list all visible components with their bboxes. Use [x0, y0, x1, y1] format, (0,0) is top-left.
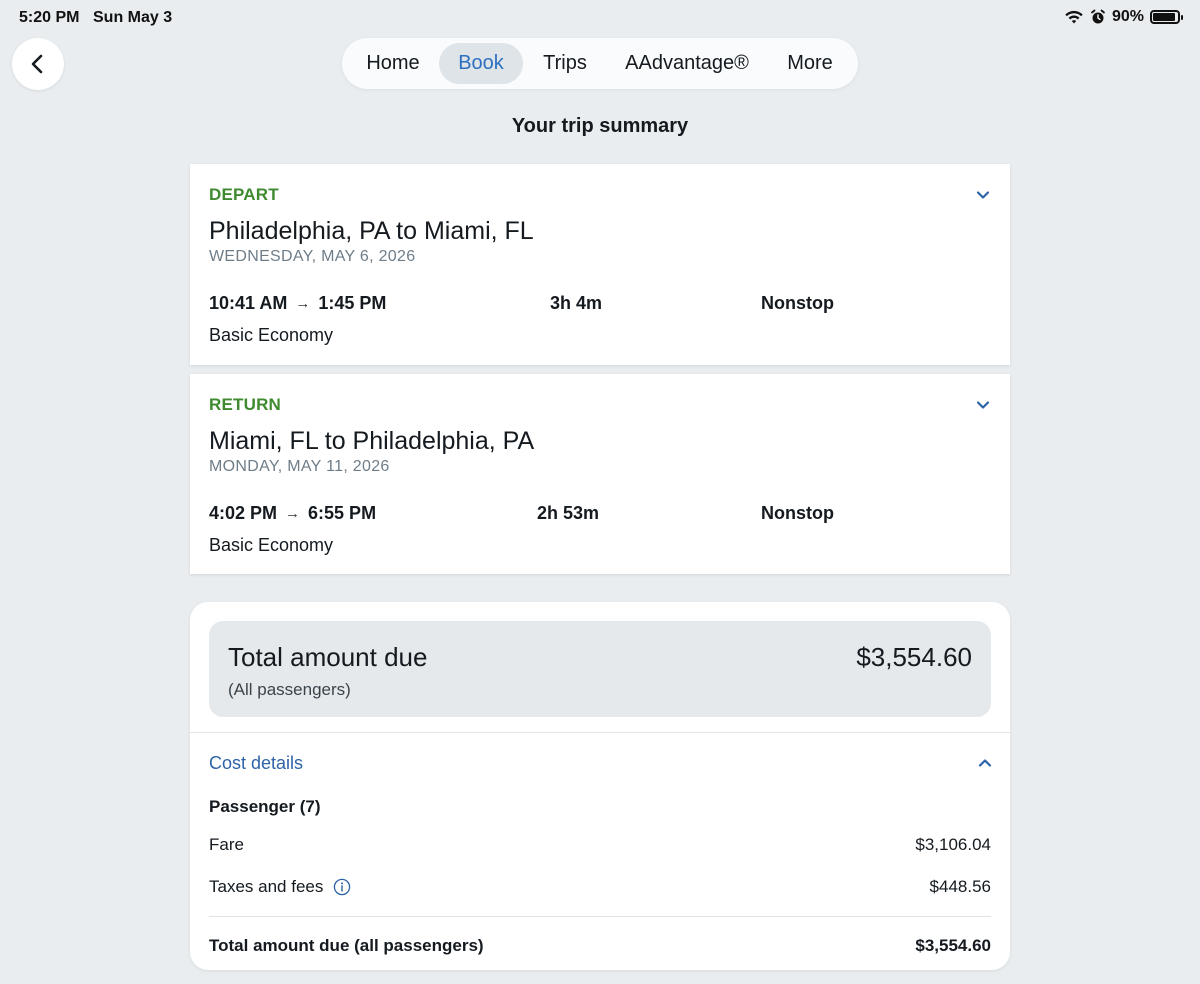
- flight-date: MONDAY, MAY 11, 2026: [209, 458, 390, 475]
- flight-direction-label: DEPART: [209, 185, 279, 204]
- fare-value: $3,106.04: [915, 835, 991, 854]
- nav-more[interactable]: More: [767, 43, 853, 84]
- flight-cabin: Basic Economy: [209, 535, 334, 555]
- status-icons: 90%: [1064, 8, 1183, 26]
- flight-cabin: Basic Economy: [209, 325, 334, 345]
- page-title: Your trip summary: [511, 115, 689, 137]
- depart-time: 4:02 PM: [209, 503, 278, 523]
- flight-date: WEDNESDAY, MAY 6, 2026: [209, 248, 416, 265]
- info-icon[interactable]: [333, 878, 351, 896]
- taxes-label-text: Taxes and fees: [209, 877, 324, 896]
- total-amount: $3,554.60: [856, 642, 972, 672]
- nav-aadvantage[interactable]: AAdvantage®: [607, 43, 767, 84]
- fare-label: Fare: [209, 835, 244, 855]
- wifi-icon: [1065, 10, 1083, 24]
- cost-panel: Total amount due $3,554.60 (All passenge…: [190, 602, 1010, 970]
- arrive-time: 6:55 PM: [308, 503, 377, 523]
- depart-flight-card[interactable]: DEPART Philadelphia, PA to Miami, FL WED…: [190, 164, 1010, 365]
- fare-label-text: Fare: [209, 835, 244, 854]
- flight-stops: Nonstop: [761, 293, 834, 313]
- battery-percent: 90%: [1111, 8, 1144, 25]
- passenger-count: Passenger (7): [209, 797, 321, 816]
- flight-route: Miami, FL to Philadelphia, PA: [209, 427, 535, 455]
- status-time: 5:20 PM: [19, 9, 80, 26]
- flight-duration: 3h 4m: [550, 293, 603, 313]
- status-bar: 5:20 PM Sun May 3 90%: [0, 0, 1200, 36]
- flight-duration: 2h 53m: [537, 503, 600, 523]
- alarm-icon: [1091, 9, 1105, 24]
- flight-direction-label: RETURN: [209, 395, 282, 414]
- flight-stops: Nonstop: [761, 503, 834, 523]
- battery-level: [1153, 13, 1175, 21]
- grand-total-value: $3,554.60: [915, 936, 991, 955]
- arrow-right-icon: →: [285, 505, 301, 522]
- flight-times: 10:41 AM → 1:45 PM: [209, 293, 386, 314]
- divider: [209, 916, 991, 917]
- chevron-down-icon[interactable]: [974, 396, 992, 414]
- back-button[interactable]: [12, 38, 64, 90]
- nav-home[interactable]: Home: [347, 43, 439, 84]
- battery-icon: [1150, 10, 1183, 24]
- arrow-right-icon: →: [295, 295, 311, 312]
- depart-time: 10:41 AM: [209, 293, 288, 313]
- return-flight-card[interactable]: RETURN Miami, FL to Philadelphia, PA MON…: [190, 374, 1010, 574]
- total-subtitle: (All passengers): [228, 680, 351, 699]
- taxes-label: Taxes and fees: [209, 877, 351, 897]
- status-date: Sun May 3: [93, 9, 173, 26]
- nav-book[interactable]: Book: [439, 43, 523, 84]
- nav-trips[interactable]: Trips: [523, 43, 607, 84]
- arrive-time: 1:45 PM: [318, 293, 387, 313]
- flight-times: 4:02 PM → 6:55 PM: [209, 503, 376, 524]
- cost-details-toggle[interactable]: Cost details: [209, 753, 303, 774]
- chevron-left-icon: [31, 54, 43, 74]
- chevron-up-icon[interactable]: [976, 754, 994, 772]
- flight-route: Philadelphia, PA to Miami, FL: [209, 217, 534, 245]
- grand-total-label: Total amount due (all passengers): [209, 936, 484, 955]
- top-nav: Home Book Trips AAdvantage® More: [342, 38, 858, 89]
- total-label: Total amount due: [228, 642, 428, 672]
- chevron-down-icon[interactable]: [974, 186, 992, 204]
- taxes-value: $448.56: [929, 877, 991, 896]
- total-amount-box: Total amount due $3,554.60 (All passenge…: [209, 621, 991, 717]
- divider: [190, 732, 1010, 733]
